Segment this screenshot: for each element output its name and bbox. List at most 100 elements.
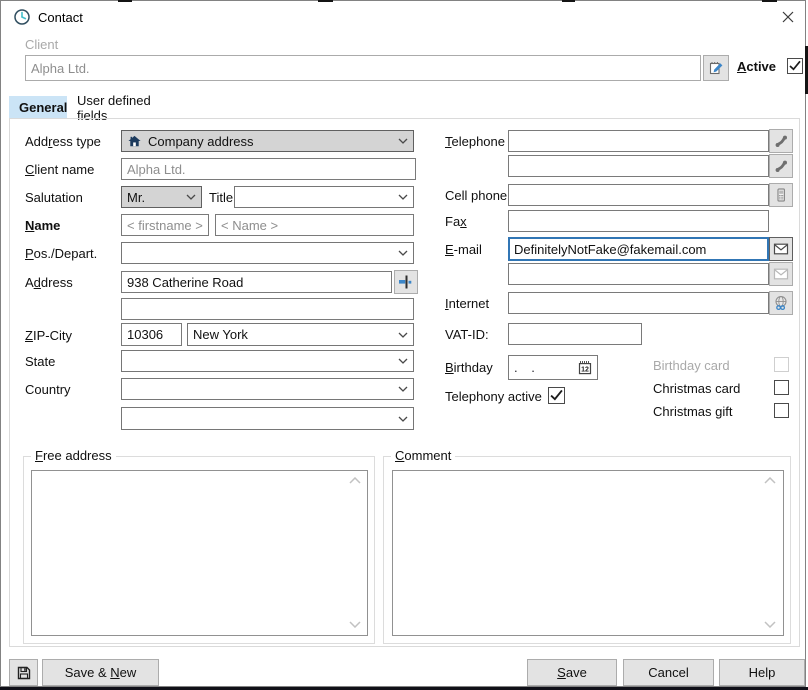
state-combo[interactable] [121, 350, 414, 372]
chevron-down-icon [398, 358, 408, 364]
internet-label: Internet [445, 296, 489, 312]
comment-label: Comment [391, 448, 455, 463]
active-label: Active [737, 59, 776, 75]
scroll-down-icon[interactable] [349, 621, 361, 628]
firstname-input[interactable] [121, 214, 209, 236]
comment-textarea[interactable] [392, 470, 784, 636]
chevron-down-icon [398, 416, 408, 422]
route-icon [398, 274, 414, 290]
email-input-2[interactable] [508, 263, 769, 285]
chevron-down-icon [398, 194, 408, 200]
telephone-input-2[interactable] [508, 155, 769, 177]
mobile-phone-icon [773, 187, 789, 203]
scroll-up-icon[interactable] [349, 477, 361, 484]
country-label: Country [25, 382, 71, 398]
free-address-textarea[interactable] [31, 470, 368, 636]
contact-dialog-screen: Contact Client Activ [0, 0, 808, 690]
christmas-card-label: Christmas card [653, 381, 740, 397]
client-name-label: Client name [25, 162, 94, 178]
tab-general[interactable]: General [9, 96, 67, 119]
phone-icon [774, 134, 789, 149]
send-email-button[interactable] [769, 237, 793, 261]
open-website-button[interactable] [769, 291, 793, 315]
save-button[interactable]: Save [527, 659, 617, 686]
chevron-down-icon [398, 386, 408, 392]
mail-icon [773, 266, 789, 282]
address-line2-input[interactable] [121, 298, 414, 320]
telephone-label: Telephone [445, 134, 505, 150]
send-email-button-2[interactable] [769, 262, 793, 286]
dial-button-2[interactable] [769, 154, 793, 178]
calendar-icon[interactable]: 12 [577, 360, 593, 376]
birthday-card-label: Birthday card [653, 358, 730, 374]
chevron-down-icon [398, 138, 408, 144]
cancel-button[interactable]: Cancel [623, 659, 714, 686]
address-type-combo[interactable]: Company address [121, 130, 414, 152]
svg-text:12: 12 [581, 367, 589, 374]
comment-group: Comment [383, 456, 791, 644]
fax-input[interactable] [508, 210, 769, 232]
save-icon-button[interactable] [9, 659, 38, 686]
telephony-active-checkbox[interactable] [548, 387, 565, 404]
free-address-group: Free address [23, 456, 375, 644]
chevron-down-icon [186, 194, 196, 200]
notepad-pencil-icon [708, 60, 724, 76]
internet-input[interactable] [508, 292, 769, 314]
dial-button-1[interactable] [769, 129, 793, 153]
close-icon [782, 11, 794, 23]
christmas-gift-label: Christmas gift [653, 404, 732, 420]
cell-phone-input[interactable] [508, 184, 769, 206]
birthday-input[interactable]: . . 12 [508, 355, 598, 380]
phone-icon [774, 159, 789, 174]
address-line1-input[interactable] [121, 271, 392, 293]
globe-link-icon [773, 295, 789, 311]
clock-icon [13, 8, 31, 26]
active-checkbox[interactable] [787, 58, 803, 74]
christmas-gift-checkbox[interactable] [774, 403, 789, 418]
email-label: E-mail [445, 242, 482, 258]
client-edit-button[interactable] [703, 55, 729, 81]
contact-dialog: Contact Client Activ [0, 0, 806, 687]
city-combo[interactable]: New York [187, 323, 414, 346]
mail-icon [773, 241, 789, 257]
background-window-fragment [762, 0, 777, 2]
client-name-input[interactable] [121, 158, 416, 180]
address-type-label: Address type [25, 134, 101, 150]
zip-city-label: ZIP-City [25, 328, 72, 344]
floppy-disk-icon [16, 665, 32, 681]
country-combo[interactable] [121, 378, 414, 400]
salutation-label: Salutation [25, 190, 83, 206]
telephone-input-1[interactable] [508, 130, 769, 152]
background-window-fragment [318, 0, 333, 2]
vat-id-input[interactable] [508, 323, 642, 345]
help-button[interactable]: Help [719, 659, 805, 686]
window-title: Contact [38, 10, 83, 25]
christmas-card-checkbox[interactable] [774, 380, 789, 395]
vat-id-label: VAT-ID: [445, 327, 489, 343]
state-label: State [25, 354, 55, 370]
home-icon [127, 134, 142, 149]
lastname-input[interactable] [215, 214, 414, 236]
fax-label: Fax [445, 214, 467, 230]
pos-depart-label: Pos./Depart. [25, 246, 97, 262]
email-input[interactable] [508, 237, 769, 261]
save-and-new-button[interactable]: Save & New [42, 659, 159, 686]
salutation-combo[interactable]: Mr. [121, 186, 202, 208]
client-input[interactable] [25, 55, 701, 81]
title-label: Title [209, 190, 233, 206]
close-button[interactable] [773, 4, 803, 30]
tab-user-defined-fields[interactable]: User defined fields [67, 96, 193, 119]
zip-input[interactable] [121, 323, 182, 346]
title-combo[interactable] [234, 186, 414, 208]
chevron-down-icon [398, 250, 408, 256]
scroll-down-icon[interactable] [764, 621, 776, 628]
region-combo[interactable] [121, 407, 414, 430]
background-window-fragment [118, 0, 132, 2]
chevron-down-icon [398, 332, 408, 338]
client-label: Client [25, 37, 58, 53]
route-button[interactable] [394, 270, 418, 294]
scroll-up-icon[interactable] [764, 477, 776, 484]
cell-phone-label: Cell phone [445, 188, 507, 204]
pos-depart-combo[interactable] [121, 242, 414, 264]
cell-dial-button[interactable] [769, 183, 793, 207]
